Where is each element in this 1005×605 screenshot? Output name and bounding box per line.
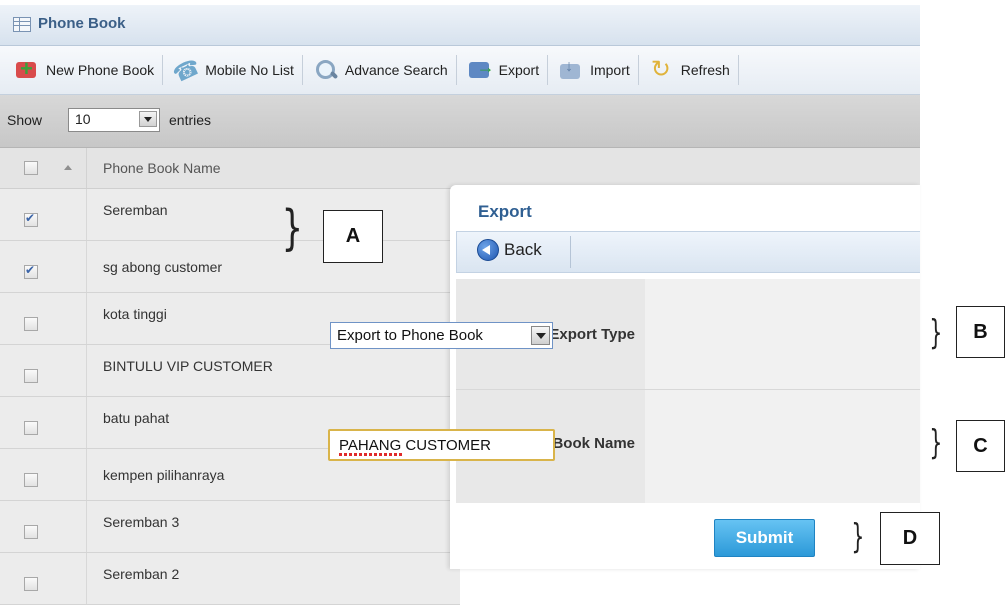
advance-search-button[interactable]: Advance Search [303, 55, 457, 85]
column-divider [86, 148, 87, 188]
export-type-value: Export to Phone Book [337, 327, 483, 344]
window-title-bar: Phone Book [0, 5, 920, 46]
export-type-label: Export Type [549, 326, 635, 343]
table-row[interactable]: sg abong customer [0, 241, 460, 293]
column-divider [86, 449, 87, 500]
toolbar-divider [570, 236, 571, 268]
search-icon [313, 58, 339, 82]
new-phone-book-icon [14, 56, 40, 82]
spellcheck-underline [339, 453, 403, 456]
new-phone-book-button[interactable]: New Phone Book [0, 55, 164, 85]
export-icon [467, 57, 495, 82]
row-checkbox[interactable] [24, 577, 38, 591]
dialog-title: Export [478, 202, 532, 221]
column-divider [86, 397, 87, 448]
phone-book-name-cell: sg abong customer [103, 259, 223, 275]
phone-book-name-cell: Seremban 2 [103, 566, 180, 582]
back-button[interactable]: Back [477, 239, 542, 261]
column-divider [86, 189, 87, 240]
refresh-label: Refresh [680, 62, 730, 78]
phone-book-name-cell: Seremban 3 [103, 514, 180, 530]
row-checkbox[interactable] [24, 263, 38, 279]
row-checkbox[interactable] [24, 421, 38, 435]
entries-select[interactable]: 10 [68, 108, 160, 132]
grid-icon [13, 17, 31, 32]
phone-book-name-cell: batu pahat [103, 410, 170, 426]
phone-book-name-input[interactable]: PAHANG CUSTOMER [328, 429, 555, 461]
back-arrow-icon [477, 239, 499, 261]
window-title: Phone Book [38, 15, 126, 32]
column-header-phone-book-name[interactable]: Phone Book Name [103, 160, 221, 176]
column-divider [86, 293, 87, 344]
phone-book-name-cell: BINTULU VIP CUSTOMER [103, 358, 273, 374]
annotation-brace-c: } [929, 423, 943, 463]
table-row[interactable]: Seremban 2 [0, 553, 460, 605]
form-label-column [456, 279, 645, 503]
phone-book-name-input-value: PAHANG CUSTOMER [339, 437, 491, 454]
mobile-no-list-label: Mobile No List [205, 62, 294, 78]
chevron-down-icon[interactable] [531, 326, 550, 345]
table-row[interactable]: Seremban 3 [0, 501, 460, 553]
row-checkbox[interactable] [24, 473, 38, 487]
import-label: Import [590, 62, 630, 78]
sort-ascending-icon[interactable] [64, 165, 72, 170]
table-row[interactable]: BINTULU VIP CUSTOMER [0, 345, 460, 397]
annotation-brace-a: } [281, 200, 303, 256]
entries-label: entries [169, 112, 212, 128]
entries-select-value: 10 [75, 111, 91, 127]
advance-search-label: Advance Search [344, 62, 448, 78]
column-divider [86, 501, 87, 552]
annotation-brace-d: } [851, 517, 865, 557]
row-checkbox[interactable] [24, 211, 38, 227]
refresh-icon [649, 55, 675, 84]
back-label: Back [504, 240, 542, 259]
submit-button[interactable]: Submit [714, 519, 815, 557]
export-dialog: Export Back Export Type Phone Book Name [450, 185, 920, 569]
select-all-checkbox[interactable] [24, 161, 38, 175]
dialog-toolbar: Back [456, 231, 920, 273]
refresh-button[interactable]: Refresh [639, 55, 739, 85]
import-button[interactable]: Import [548, 55, 639, 85]
phone-book-name-cell: kota tinggi [103, 306, 167, 322]
annotation-brace-b: } [929, 313, 943, 353]
new-phone-book-label: New Phone Book [46, 62, 155, 78]
annotation-label-d: D [880, 512, 940, 565]
column-divider [86, 553, 87, 604]
phone-book-name-cell: kempen pilihanraya [103, 467, 225, 483]
column-divider [86, 241, 87, 292]
annotation-label-b: B [956, 306, 1005, 358]
row-checkbox[interactable] [24, 369, 38, 383]
row-checkbox[interactable] [24, 525, 38, 539]
phone-book-name-cell: Seremban [103, 202, 168, 218]
toolbar: New Phone Book Mobile No List Advance Se… [0, 46, 920, 95]
table-body: Seremban sg abong customer kota tinggi B… [0, 189, 460, 605]
entries-bar: Show 10 entries [0, 95, 920, 148]
row-checkbox[interactable] [24, 317, 38, 331]
show-label: Show [7, 112, 43, 128]
annotation-label-a: A [323, 210, 383, 263]
table-row[interactable]: Seremban [0, 189, 460, 241]
export-type-select[interactable]: Export to Phone Book [330, 322, 553, 349]
phone-icon [173, 58, 199, 82]
column-divider [86, 345, 87, 396]
export-button[interactable]: Export [457, 55, 549, 85]
table-header: Phone Book Name [0, 148, 920, 189]
export-label: Export [498, 62, 540, 78]
annotation-label-c: C [956, 420, 1005, 472]
import-icon [558, 58, 584, 82]
mobile-no-list-button[interactable]: Mobile No List [163, 55, 303, 85]
export-form: Export Type Phone Book Name [456, 279, 920, 503]
chevron-down-icon[interactable] [139, 111, 157, 127]
form-row-divider [456, 389, 920, 390]
